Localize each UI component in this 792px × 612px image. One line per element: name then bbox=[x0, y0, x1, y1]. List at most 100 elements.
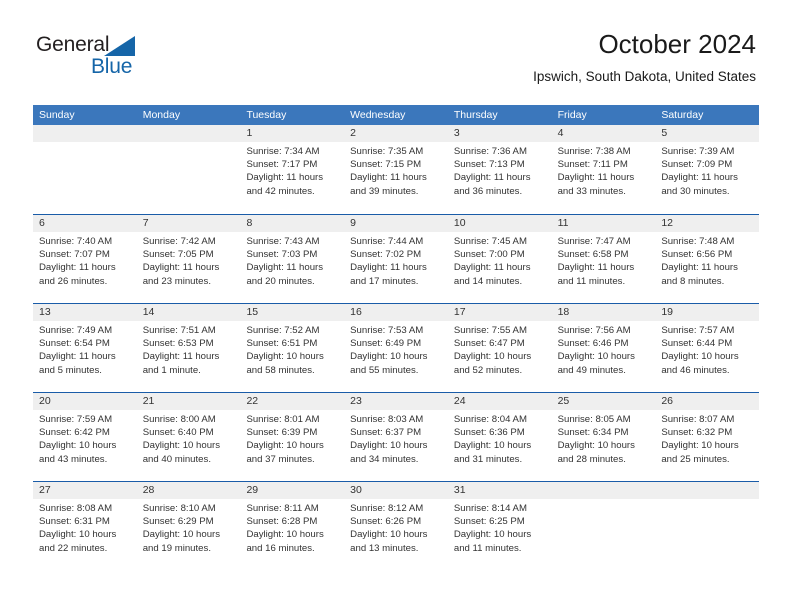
calendar-day-cell[interactable]: 3 Sunrise: 7:36 AM Sunset: 7:13 PM Daylight… bbox=[447, 125, 552, 214]
calendar-day-cell[interactable]: 27 Sunrise: 8:08 AM Sunset: 6:31 PM Dayligh… bbox=[33, 482, 137, 570]
calendar-day-cell[interactable]: 24 Sunrise: 8:04 AM Sunset: 6:36 PM Dayligh… bbox=[447, 393, 552, 481]
day-details: Sunrise: 7:44 AM Sunset: 7:02 PM Daylight:… bbox=[344, 232, 448, 288]
calendar-day-cell[interactable]: 12 Sunrise: 7:48 AM Sunset: 6:56 PM Dayligh… bbox=[655, 215, 760, 303]
day-number: 31 bbox=[447, 482, 552, 499]
day-details: Sunrise: 7:47 AM Sunset: 6:58 PM Daylight:… bbox=[552, 232, 656, 288]
calendar-day-cell[interactable]: 6 Sunrise: 7:40 AM Sunset: 7:07 PM Daylight… bbox=[33, 215, 137, 303]
day-number: 6 bbox=[33, 215, 137, 232]
sunset-text: Sunset: 7:07 PM bbox=[39, 249, 110, 261]
weekday-header-row: Sunday Monday Tuesday Wednesday Thursday… bbox=[33, 105, 759, 125]
calendar-day-cell[interactable]: 14 Sunrise: 7:51 AM Sunset: 6:53 PM Dayligh… bbox=[136, 304, 241, 392]
sunset-text: Sunset: 6:39 PM bbox=[246, 427, 318, 439]
day-number: 19 bbox=[655, 304, 760, 321]
calendar-day-cell[interactable]: 10 Sunrise: 7:45 AM Sunset: 7:00 PM Dayligh… bbox=[447, 215, 552, 303]
sunrise-text: Sunrise: 8:00 AM bbox=[142, 414, 216, 425]
calendar-day-cell[interactable]: 26 Sunrise: 8:07 AM Sunset: 6:32 PM Dayligh… bbox=[655, 393, 760, 481]
sunset-text: Sunset: 6:25 PM bbox=[453, 516, 525, 528]
calendar-day-cell[interactable]: 16 Sunrise: 7:53 AM Sunset: 6:49 PM Dayligh… bbox=[344, 304, 448, 392]
page-title: October 2024 bbox=[598, 29, 756, 59]
calendar-day-cell[interactable]: 23 Sunrise: 8:03 AM Sunset: 6:37 PM Dayligh… bbox=[344, 393, 448, 481]
sunset-text: Sunset: 6:58 PM bbox=[557, 249, 629, 261]
sunrise-text: Sunrise: 7:34 AM bbox=[246, 146, 320, 157]
sunset-text: Sunset: 6:37 PM bbox=[350, 427, 422, 439]
sunset-text: Sunset: 6:51 PM bbox=[246, 338, 318, 350]
daylight-text: Daylight: 10 hours and 49 minutes. bbox=[557, 351, 635, 376]
daylight-text: Daylight: 11 hours and 36 minutes. bbox=[453, 172, 531, 197]
sunset-text: Sunset: 6:47 PM bbox=[453, 338, 525, 350]
daylight-text: Daylight: 11 hours and 30 minutes. bbox=[661, 172, 738, 197]
calendar-day-cell[interactable]: 28 Sunrise: 8:10 AM Sunset: 6:29 PM Dayligh… bbox=[136, 482, 241, 570]
sunset-text: Sunset: 6:32 PM bbox=[661, 427, 733, 439]
daylight-text: Daylight: 11 hours and 33 minutes. bbox=[557, 172, 635, 197]
sunset-text: Sunset: 7:00 PM bbox=[453, 249, 525, 261]
day-details: Sunrise: 7:52 AM Sunset: 6:51 PM Daylight:… bbox=[240, 321, 344, 377]
daylight-text: Daylight: 10 hours and 52 minutes. bbox=[453, 351, 532, 376]
sunrise-text: Sunrise: 8:11 AM bbox=[246, 503, 319, 514]
day-number: 29 bbox=[240, 482, 345, 499]
calendar-day-cell[interactable]: 4 Sunrise: 7:38 AM Sunset: 7:11 PM Daylight… bbox=[551, 125, 656, 214]
day-number: 16 bbox=[344, 304, 448, 321]
day-details: Sunrise: 7:59 AM Sunset: 6:42 PM Daylight:… bbox=[33, 410, 137, 466]
sunrise-text: Sunrise: 7:51 AM bbox=[142, 325, 216, 336]
sunrise-text: Sunrise: 7:49 AM bbox=[39, 325, 113, 336]
calendar-page: General Blue October 2024 Ipswich, South… bbox=[0, 0, 792, 612]
triangle-icon bbox=[104, 36, 135, 56]
day-details: Sunrise: 8:04 AM Sunset: 6:36 PM Daylight:… bbox=[448, 410, 552, 466]
calendar-day-cell[interactable]: 22 Sunrise: 8:01 AM Sunset: 6:39 PM Dayligh… bbox=[240, 393, 345, 481]
day-number: 17 bbox=[447, 304, 552, 321]
day-details: Sunrise: 8:03 AM Sunset: 6:37 PM Daylight:… bbox=[344, 410, 448, 466]
calendar-day-cell[interactable]: 1 Sunrise: 7:34 AM Sunset: 7:17 PM Daylight… bbox=[240, 125, 345, 214]
day-details: Sunrise: 7:42 AM Sunset: 7:05 PM Daylight:… bbox=[137, 232, 241, 288]
daylight-text: Daylight: 10 hours and 22 minutes. bbox=[39, 529, 117, 554]
sunset-text: Sunset: 6:44 PM bbox=[661, 338, 733, 350]
calendar-day-cell[interactable]: 5 Sunrise: 7:39 AM Sunset: 7:09 PM Daylight… bbox=[655, 125, 760, 214]
calendar-day-cell[interactable]: 19 Sunrise: 7:57 AM Sunset: 6:44 PM Dayligh… bbox=[655, 304, 760, 392]
sunrise-text: Sunrise: 8:07 AM bbox=[661, 414, 735, 425]
calendar-day-cell[interactable]: 8 Sunrise: 7:43 AM Sunset: 7:03 PM Daylight… bbox=[240, 215, 345, 303]
weekday-header-saturday: Saturday bbox=[661, 109, 704, 121]
calendar-day-cell[interactable]: 25 Sunrise: 8:05 AM Sunset: 6:34 PM Dayligh… bbox=[551, 393, 656, 481]
sunset-text: Sunset: 7:11 PM bbox=[557, 159, 628, 171]
day-details: Sunrise: 8:01 AM Sunset: 6:39 PM Daylight:… bbox=[240, 410, 344, 466]
day-number: 7 bbox=[136, 215, 241, 232]
calendar-day-cell[interactable]: 9 Sunrise: 7:44 AM Sunset: 7:02 PM Daylight… bbox=[344, 215, 448, 303]
day-number: 20 bbox=[33, 393, 137, 410]
daylight-text: Daylight: 11 hours and 17 minutes. bbox=[350, 262, 427, 287]
daylight-text: Daylight: 11 hours and 11 minutes. bbox=[557, 262, 635, 287]
day-details: Sunrise: 8:07 AM Sunset: 6:32 PM Daylight:… bbox=[655, 410, 759, 466]
day-details: Sunrise: 8:05 AM Sunset: 6:34 PM Daylight:… bbox=[552, 410, 656, 466]
daylight-text: Daylight: 10 hours and 34 minutes. bbox=[350, 440, 428, 465]
calendar-day-cell[interactable]: 13 Sunrise: 7:49 AM Sunset: 6:54 PM Dayligh… bbox=[33, 304, 137, 392]
calendar-week-row: 6 Sunrise: 7:40 AM Sunset: 7:07 PM Daylight… bbox=[33, 214, 760, 303]
calendar-day-cell[interactable]: 11 Sunrise: 7:47 AM Sunset: 6:58 PM Dayligh… bbox=[551, 215, 656, 303]
calendar-day-cell[interactable]: 20 Sunrise: 7:59 AM Sunset: 6:42 PM Dayligh… bbox=[33, 393, 137, 481]
title-block: October 2024 Ipswich, South Dakota, Unit… bbox=[533, 28, 756, 86]
sunset-text: Sunset: 7:15 PM bbox=[350, 159, 422, 171]
calendar-day-cell[interactable]: 31 Sunrise: 8:14 AM Sunset: 6:25 PM Dayligh… bbox=[447, 482, 552, 570]
sunset-text: Sunset: 6:54 PM bbox=[39, 338, 110, 350]
calendar-day-cell[interactable]: 21 Sunrise: 8:00 AM Sunset: 6:40 PM Dayligh… bbox=[136, 393, 241, 481]
sunset-text: Sunset: 6:26 PM bbox=[350, 516, 422, 528]
day-number: 2 bbox=[344, 125, 448, 142]
daylight-text: Daylight: 10 hours and 19 minutes. bbox=[142, 529, 221, 554]
calendar-day-cell[interactable]: 29 Sunrise: 8:11 AM Sunset: 6:28 PM Dayligh… bbox=[240, 482, 345, 570]
sunset-text: Sunset: 6:36 PM bbox=[453, 427, 525, 439]
calendar-day-cell[interactable]: 7 Sunrise: 7:42 AM Sunset: 7:05 PM Daylight… bbox=[136, 215, 241, 303]
sunrise-text: Sunrise: 7:36 AM bbox=[453, 146, 527, 157]
generalblue-logo[interactable]: General Blue bbox=[36, 33, 216, 81]
sunset-text: Sunset: 6:28 PM bbox=[246, 516, 318, 528]
calendar-day-cell[interactable]: 2 Sunrise: 7:35 AM Sunset: 7:15 PM Daylight… bbox=[344, 125, 448, 214]
daylight-text: Daylight: 10 hours and 43 minutes. bbox=[39, 440, 117, 465]
sunset-text: Sunset: 7:13 PM bbox=[453, 159, 525, 171]
calendar-day-cell[interactable]: 30 Sunrise: 8:12 AM Sunset: 6:26 PM Dayligh… bbox=[344, 482, 448, 570]
day-details: Sunrise: 7:36 AM Sunset: 7:13 PM Daylight:… bbox=[448, 142, 552, 198]
day-details: Sunrise: 7:40 AM Sunset: 7:07 PM Daylight:… bbox=[33, 232, 137, 288]
day-number: 3 bbox=[447, 125, 552, 142]
calendar-day-cell[interactable]: 15 Sunrise: 7:52 AM Sunset: 6:51 PM Dayligh… bbox=[240, 304, 345, 392]
sunrise-text: Sunrise: 8:10 AM bbox=[142, 503, 216, 514]
day-number: 23 bbox=[344, 393, 448, 410]
calendar-day-cell[interactable]: 18 Sunrise: 7:56 AM Sunset: 6:46 PM Dayligh… bbox=[551, 304, 656, 392]
day-number bbox=[655, 482, 760, 499]
calendar-day-cell[interactable]: 17 Sunrise: 7:55 AM Sunset: 6:47 PM Dayligh… bbox=[447, 304, 552, 392]
weekday-header-tuesday: Tuesday bbox=[246, 109, 287, 121]
